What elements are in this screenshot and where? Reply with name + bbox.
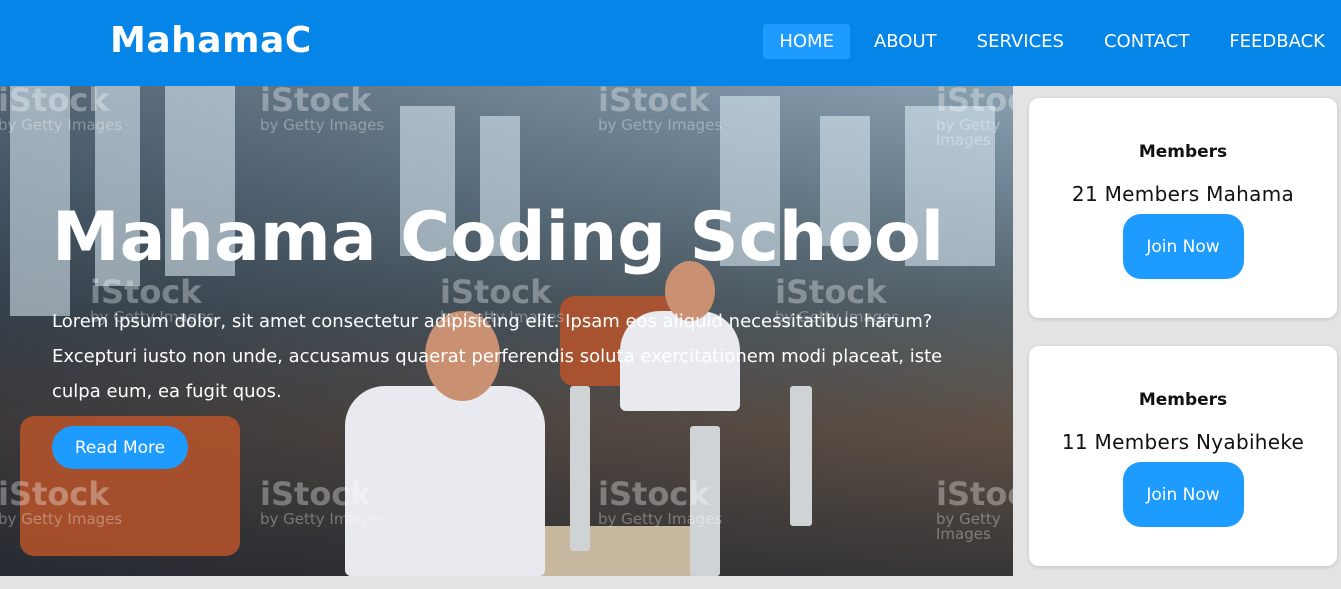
hero-description: Lorem ipsum dolor, sit amet consectetur … (52, 311, 943, 402)
hero-title: Mahama Coding School (52, 198, 945, 277)
nav-menu: HOME ABOUT SERVICES CONTACT FEEDBACK (755, 24, 1341, 59)
nav-about[interactable]: ABOUT (858, 24, 953, 59)
watermark: iStockby Getty Images (598, 475, 723, 528)
nav-feedback[interactable]: FEEDBACK (1213, 24, 1341, 59)
join-now-button[interactable]: Join Now (1122, 462, 1244, 527)
watermark: iStockby Getty Images (936, 475, 1013, 543)
nav-services[interactable]: SERVICES (961, 24, 1080, 59)
member-count: 21 Members Mahama (1071, 182, 1295, 206)
join-now-button[interactable]: Join Now (1122, 214, 1244, 279)
hero-banner: iStock by Getty Images iStock by Getty Ima… (0, 86, 1013, 576)
read-more-button[interactable]: Read More (52, 426, 188, 469)
members-card-mahama: Members 21 Members Mahama Join Now (1029, 98, 1337, 318)
watermark: iStockby Getty Images (0, 86, 123, 134)
watermark: iStockby Getty Images (260, 86, 385, 134)
site-logo[interactable]: MahamaC (110, 20, 312, 61)
watermark: iStockby Getty Images (936, 86, 1013, 149)
navbar: MahamaC HOME ABOUT SERVICES CONTACT FEED… (0, 0, 1341, 86)
watermark: iStockby Getty Images (598, 86, 723, 134)
watermark: iStockby Getty Images (260, 475, 385, 528)
nav-home[interactable]: HOME (763, 24, 850, 59)
card-title: Members (1138, 390, 1228, 410)
nav-contact[interactable]: CONTACT (1088, 24, 1205, 59)
member-count: 11 Members Nyabiheke (1061, 430, 1305, 454)
watermark: iStockby Getty Images (0, 475, 123, 528)
card-title: Members (1138, 142, 1228, 162)
members-card-nyabiheke: Members 11 Members Nyabiheke Join Now (1029, 346, 1337, 566)
